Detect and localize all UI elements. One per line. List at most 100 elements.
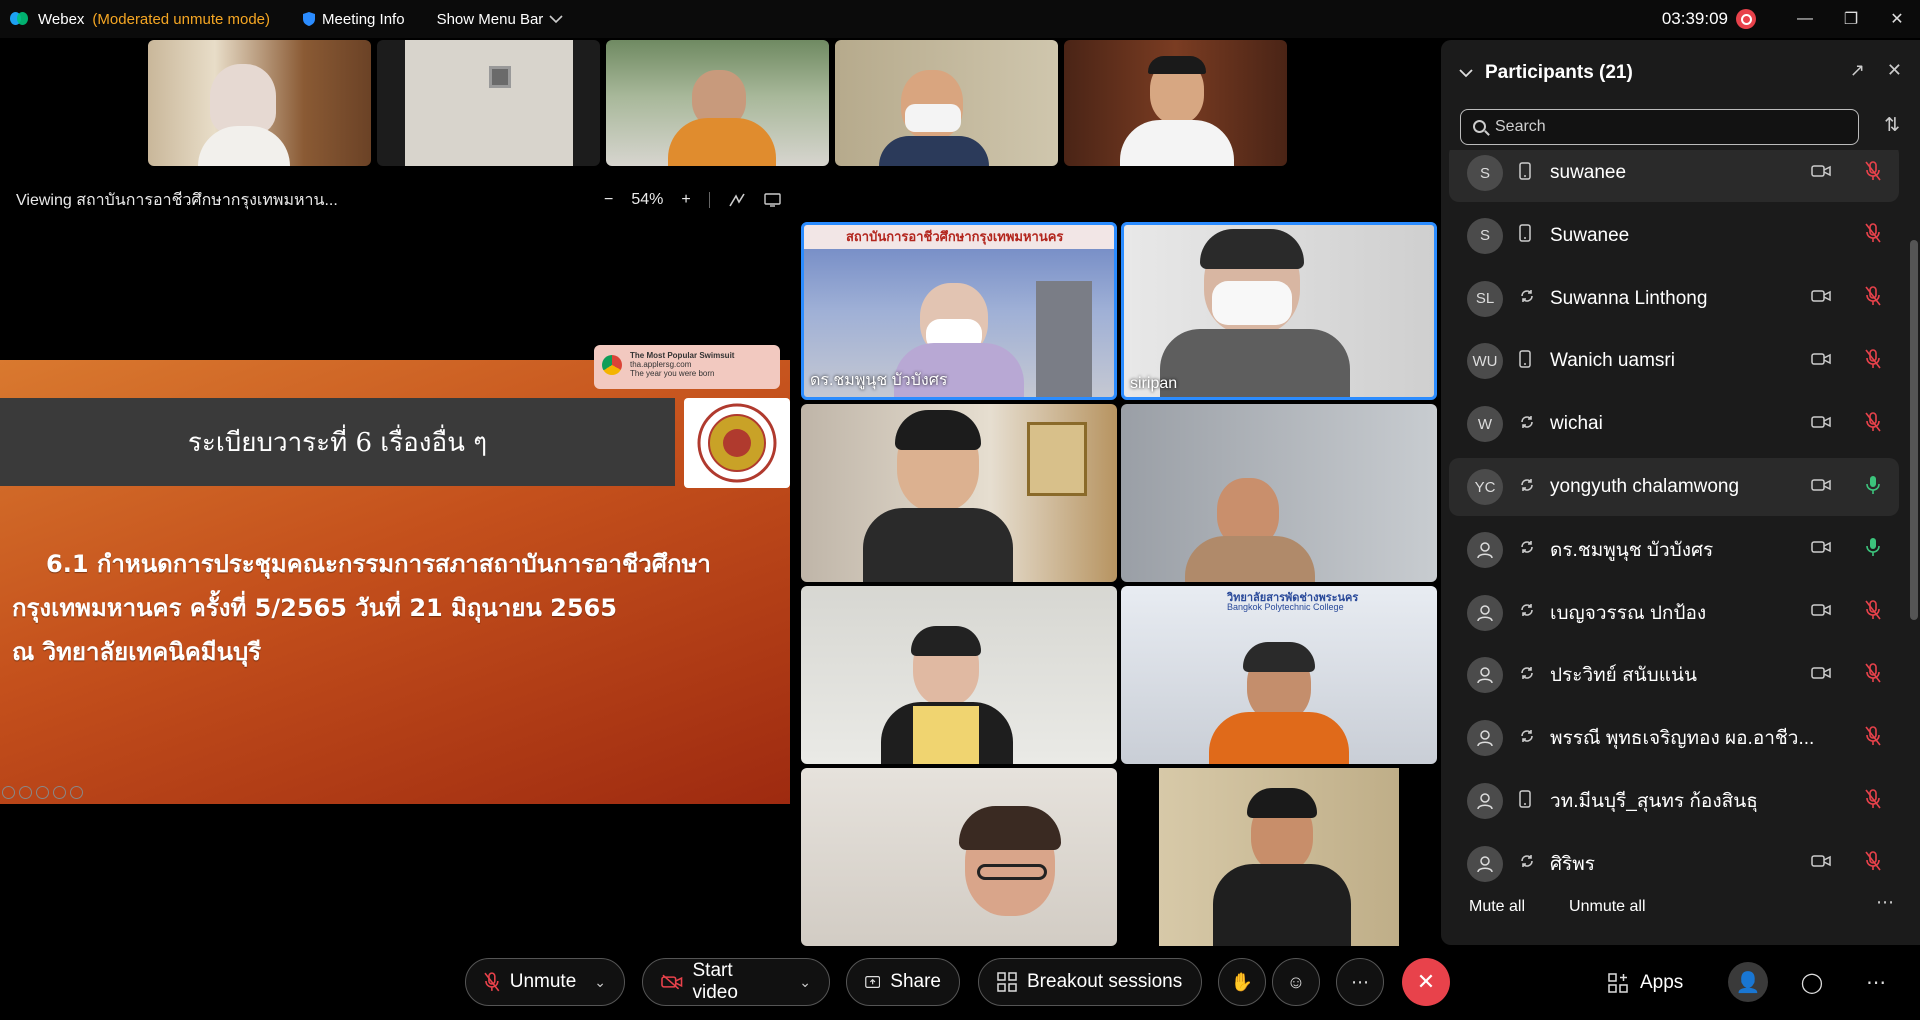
participant-row[interactable]: Wwichai bbox=[1449, 395, 1899, 453]
unmute-button[interactable]: Unmute ⌄ bbox=[465, 958, 625, 1006]
chevron-down-icon[interactable]: ⌄ bbox=[594, 974, 606, 991]
participant-row[interactable]: วท.มีนบุรี_สุนทร ก้องสินธุ bbox=[1449, 772, 1899, 830]
chevron-down-icon[interactable]: ⌄ bbox=[799, 974, 811, 991]
video-tile[interactable] bbox=[801, 404, 1117, 582]
chevron-down-icon[interactable] bbox=[1459, 68, 1473, 78]
sort-icon[interactable]: ⇅ bbox=[1884, 114, 1900, 137]
participant-name: วท.มีนบุรี_สุนทร ก้องสินธุ bbox=[1550, 791, 1758, 812]
more-options-icon[interactable]: ⋯ bbox=[1856, 962, 1896, 1002]
video-tile[interactable]: siripan bbox=[1121, 222, 1437, 400]
close-icon[interactable]: ✕ bbox=[1874, 0, 1920, 38]
filmstrip-video[interactable] bbox=[377, 40, 600, 166]
participant-row[interactable]: YC yongyuth chalamwong bbox=[1449, 458, 1899, 516]
filmstrip-video[interactable] bbox=[606, 40, 829, 166]
video-tile[interactable] bbox=[1121, 404, 1437, 582]
restore-icon[interactable]: ❐ bbox=[1828, 0, 1874, 38]
video-camera-icon[interactable] bbox=[1811, 289, 1831, 308]
menu-icon[interactable] bbox=[53, 786, 66, 799]
mic-muted-icon[interactable] bbox=[1865, 725, 1881, 751]
prev-slide-icon[interactable] bbox=[2, 786, 15, 799]
video-tile[interactable] bbox=[801, 586, 1117, 764]
video-camera-icon[interactable] bbox=[1811, 352, 1831, 371]
mic-muted-icon[interactable] bbox=[1865, 663, 1881, 688]
video-tile[interactable] bbox=[801, 768, 1117, 946]
raise-hand-icon[interactable]: ✋ bbox=[1218, 958, 1266, 1006]
meeting-clock: 03:39:09 bbox=[1661, 9, 1728, 28]
video-tile[interactable]: วิทยาลัยสารพัดช่างพระนคร Bangkok Polytec… bbox=[1121, 586, 1437, 764]
zoom-out-button[interactable]: − bbox=[604, 191, 613, 209]
participant-row[interactable]: Ssuwanee bbox=[1449, 150, 1899, 202]
chrome-icon bbox=[602, 355, 622, 375]
zoom-slide-icon[interactable] bbox=[70, 786, 83, 799]
video-tile-active-speaker[interactable]: สถาบันการอาชีวศึกษากรุงเทพมหานคร ดร.ชมพู… bbox=[801, 222, 1117, 400]
participant-list: Ssuwanee S Suwanee SL Suwanna Linthong WU Wani… bbox=[1449, 150, 1899, 890]
participant-search-input[interactable]: Search bbox=[1460, 109, 1859, 145]
video-camera-icon[interactable] bbox=[1811, 540, 1831, 559]
share-button[interactable]: Share bbox=[846, 958, 960, 1006]
participant-list-scrollbar[interactable] bbox=[1910, 240, 1918, 620]
more-options-icon[interactable]: ⋯ bbox=[1876, 892, 1894, 913]
meeting-info-button[interactable]: Meeting Info bbox=[302, 11, 405, 28]
filmstrip-video[interactable] bbox=[1064, 40, 1287, 166]
more-options-icon[interactable]: ⋯ bbox=[1336, 958, 1384, 1006]
video-camera-icon[interactable] bbox=[1811, 415, 1831, 434]
avatar: YC bbox=[1467, 469, 1503, 505]
mic-muted-icon[interactable] bbox=[1865, 349, 1881, 374]
participant-name: ประวิทย์ สนับแน่น bbox=[1550, 665, 1697, 687]
remote-control-icon[interactable] bbox=[764, 192, 782, 208]
video-tile[interactable] bbox=[1121, 768, 1437, 946]
zoom-in-button[interactable]: + bbox=[681, 191, 690, 209]
pointer-icon[interactable] bbox=[19, 786, 32, 799]
mic-muted-icon[interactable] bbox=[1865, 788, 1881, 814]
video-camera-icon[interactable] bbox=[1811, 478, 1831, 497]
share-view-bar: Viewing สถาบันการอาชีวศึกษากรุงเทพมหาน..… bbox=[0, 182, 1430, 218]
mobile-device-icon bbox=[1519, 224, 1531, 247]
start-video-button[interactable]: Start video ⌄ bbox=[642, 958, 830, 1006]
participant-name: yongyuth chalamwong bbox=[1550, 476, 1740, 497]
breakout-sessions-button[interactable]: Breakout sessions bbox=[978, 958, 1202, 1006]
participant-row[interactable]: ประวิทย์ สนับแน่น bbox=[1449, 646, 1899, 704]
minimize-icon[interactable]: — bbox=[1782, 0, 1828, 38]
mic-muted-icon[interactable] bbox=[1865, 851, 1881, 876]
participant-row[interactable]: ดร.ชมพูนุช บัวบังศร bbox=[1449, 521, 1899, 579]
captions-icon[interactable] bbox=[36, 786, 49, 799]
apps-button[interactable]: Apps bbox=[1608, 972, 1683, 994]
show-menu-bar-button[interactable]: Show Menu Bar bbox=[437, 11, 564, 28]
avatar bbox=[1467, 783, 1503, 819]
mobile-device-icon bbox=[1519, 789, 1531, 813]
slide-controls[interactable] bbox=[2, 786, 83, 799]
video-camera-icon[interactable] bbox=[1811, 666, 1831, 685]
participant-row[interactable]: S Suwanee bbox=[1449, 207, 1899, 265]
video-camera-icon[interactable] bbox=[1811, 603, 1831, 622]
mic-on-icon[interactable] bbox=[1865, 475, 1881, 500]
participant-row[interactable]: SL Suwanna Linthong bbox=[1449, 270, 1899, 328]
video-camera-icon[interactable] bbox=[1811, 854, 1831, 873]
participant-row[interactable]: พรรณี พุทธเจริญทอง ผอ.อาชีว... bbox=[1449, 709, 1899, 767]
mute-all-button[interactable]: Mute all bbox=[1469, 898, 1525, 916]
breakout-sessions-label: Breakout sessions bbox=[1027, 971, 1183, 992]
filmstrip-video[interactable] bbox=[835, 40, 1058, 166]
mic-on-icon[interactable] bbox=[1865, 537, 1881, 562]
browser-ad-popup[interactable]: The Most Popular Swimsuit tha.applersg.c… bbox=[594, 345, 780, 389]
mic-muted-icon[interactable] bbox=[1865, 286, 1881, 311]
participant-row[interactable]: เบญจวรรณ ปกป้อง bbox=[1449, 584, 1899, 642]
mic-muted-icon[interactable] bbox=[1865, 411, 1881, 437]
leave-meeting-button[interactable]: ✕ bbox=[1402, 958, 1450, 1006]
video-camera-icon[interactable] bbox=[1811, 164, 1831, 183]
mic-muted-icon[interactable] bbox=[1865, 600, 1881, 625]
unmute-all-button[interactable]: Unmute all bbox=[1569, 898, 1645, 916]
mic-muted-icon[interactable] bbox=[1865, 223, 1881, 248]
filmstrip-video[interactable] bbox=[148, 40, 371, 166]
participant-row[interactable]: ศิริพร bbox=[1449, 835, 1899, 890]
pop-out-icon[interactable]: ↗ bbox=[1850, 60, 1865, 81]
chat-icon[interactable]: ◯ bbox=[1792, 962, 1832, 1002]
avatar: WU bbox=[1467, 343, 1503, 380]
participant-row[interactable]: WU Wanich uamsri bbox=[1449, 332, 1899, 390]
reactions-icon[interactable]: ☺ bbox=[1272, 958, 1320, 1006]
participants-toggle-icon[interactable]: 👤 bbox=[1728, 962, 1768, 1002]
close-panel-icon[interactable]: ✕ bbox=[1887, 60, 1902, 81]
mic-muted-icon bbox=[484, 972, 500, 992]
mic-muted-icon[interactable] bbox=[1865, 160, 1881, 186]
annotate-icon[interactable] bbox=[728, 192, 746, 208]
recording-icon[interactable] bbox=[1736, 9, 1756, 29]
